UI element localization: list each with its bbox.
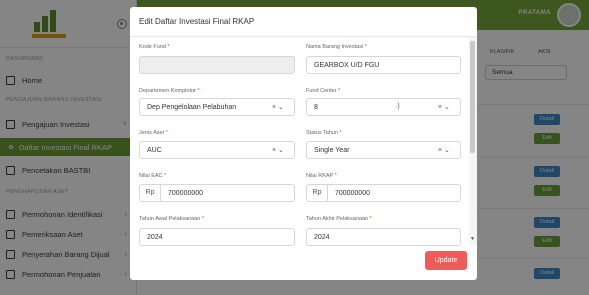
scrollbar-thumb[interactable]	[470, 41, 475, 153]
clear-chevron-icon[interactable]: × ⌄	[438, 146, 450, 154]
fund-center-select[interactable]: 8 ·) × ⌄	[306, 98, 461, 116]
currency-prefix: Rp	[307, 185, 328, 201]
modal-title: Edit Daftar Investasi Final RKAP	[139, 17, 255, 26]
tahun-awal-label: Tahun Awal Pelaksanaan *	[139, 216, 205, 222]
tahun-awal-field[interactable]: 2024	[139, 228, 295, 246]
scroll-down-arrow-icon[interactable]: ▼	[470, 236, 475, 242]
tahun-akhir-label: Tahun Akhir Pelaksanaan *	[306, 216, 372, 222]
jenis-aset-label: Jenis Aset *	[139, 130, 168, 136]
clear-chevron-icon[interactable]: × ⌄	[272, 146, 284, 154]
departemen-select[interactable]: Dep Pengelolaan Pelabuhan × ⌄	[139, 98, 295, 116]
nilai-eac-label: Nilai EAC *	[139, 173, 167, 179]
clear-chevron-icon[interactable]: × ⌄	[438, 103, 450, 111]
update-button[interactable]: Update	[425, 251, 467, 270]
clear-chevron-icon[interactable]: × ⌄	[272, 103, 284, 111]
nilai-rkap-label: Nilai RKAP *	[306, 173, 337, 179]
modal-header: Edit Daftar Investasi Final RKAP	[130, 7, 477, 37]
nilai-eac-field[interactable]: Rp 700000000	[139, 184, 295, 202]
status-tahun-select[interactable]: Single Year × ⌄	[306, 141, 461, 159]
departemen-label: Departemen Komplotor *	[139, 88, 200, 94]
status-tahun-label: Status Tahun *	[306, 130, 342, 136]
kode-fund-label: Kode Fund *	[139, 44, 170, 50]
jenis-aset-select[interactable]: AUC × ⌄	[139, 141, 295, 159]
nilai-rkap-field[interactable]: Rp 700000000	[306, 184, 461, 202]
currency-prefix: Rp	[140, 185, 161, 201]
edit-investasi-modal: Edit Daftar Investasi Final RKAP Kode Fu…	[130, 7, 477, 280]
kode-fund-field[interactable]	[139, 56, 295, 74]
tahun-akhir-field[interactable]: 2024	[306, 228, 461, 246]
fund-center-label: Fund Center *	[306, 88, 341, 94]
nama-barang-label: Nama Barang Investasi *	[306, 44, 367, 50]
nama-barang-field[interactable]: GEARBOX U/D FGU	[306, 56, 461, 74]
fund-center-suffix: ·)	[395, 103, 400, 110]
